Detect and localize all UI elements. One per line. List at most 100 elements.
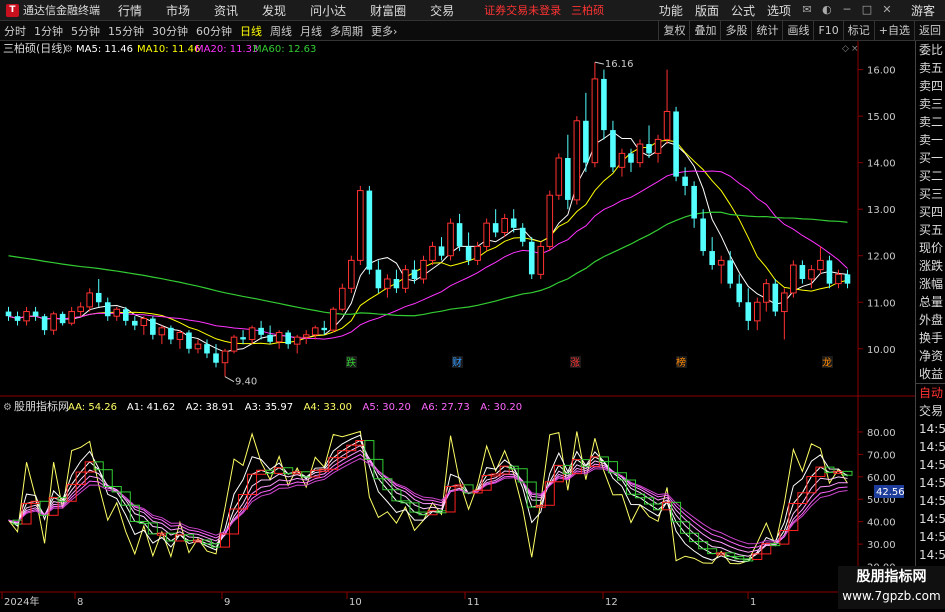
multi-stock-button[interactable]: 多股 — [720, 21, 751, 40]
date-label: 8 — [77, 597, 83, 608]
candle-body — [32, 311, 39, 317]
quote-list: 委比 卖五 卖四 卖三 卖二 卖一 买一 买二 买三 买四 买五 现价 涨跌 涨幅 总量 外盘 换手 净资 收益 — [916, 41, 945, 383]
ladder-step — [147, 522, 158, 535]
period-daily[interactable]: 日线 — [236, 23, 266, 39]
quote-field-8: 买三 — [919, 187, 944, 201]
close-icon[interactable]: ✕ — [877, 4, 897, 16]
indicator-settings-icon[interactable]: ⚙ — [3, 402, 12, 413]
candle-body — [113, 308, 121, 317]
menu-wealth[interactable]: 财富圈 — [358, 2, 418, 19]
candle-body — [384, 278, 391, 289]
statistics-button[interactable]: 统计 — [751, 21, 782, 40]
period-30min[interactable]: 30分钟 — [148, 23, 192, 39]
candle-body — [321, 327, 328, 331]
diamond-icon[interactable]: ◇ — [842, 44, 849, 54]
ladder-step — [156, 532, 167, 536]
period-1min[interactable]: 1分钟 — [30, 23, 67, 39]
quote-field-18: 收益 — [919, 367, 944, 381]
menu-function[interactable]: 功能 — [653, 2, 689, 19]
message-icon[interactable]: ✉ — [797, 4, 817, 16]
side-auto[interactable]: 自动 — [916, 384, 945, 402]
indicator-value-1: A1: 41.62 — [127, 402, 175, 413]
candle-body — [311, 327, 319, 336]
event-marker-label: 跌 — [346, 356, 356, 369]
candle-body — [844, 274, 851, 284]
menu-quotes[interactable]: 行情 — [106, 2, 154, 19]
main-settings-icon[interactable]: ⚙ — [64, 44, 73, 55]
menu-options[interactable]: 选项 — [761, 2, 797, 19]
high-pointer — [594, 61, 605, 65]
candle-body — [745, 302, 752, 321]
candle-body — [23, 311, 30, 322]
period-more-label: 更多 — [371, 24, 393, 38]
chart-svg[interactable]: 三柏硕(日线) ⚙ MA5: 11.46 MA10: 11.46MA20: 11.… — [0, 41, 915, 609]
adjust-button[interactable]: 复权 — [658, 21, 689, 40]
draw-line-button[interactable]: 画线 — [782, 21, 813, 40]
price-tick-label: 10.00 — [867, 345, 896, 356]
skin-icon[interactable]: ◐ — [817, 4, 837, 16]
candle-body — [393, 278, 400, 289]
menu-layout[interactable]: 版面 — [689, 2, 725, 19]
add-watchlist-button[interactable]: +自选 — [873, 21, 914, 40]
f10-button[interactable]: F10 — [813, 21, 842, 40]
date-label: 9 — [224, 597, 230, 608]
candle-body — [95, 292, 102, 303]
candle-body — [41, 316, 48, 331]
mark-button[interactable]: 标记 — [842, 21, 874, 40]
period-multi[interactable]: 多周期 — [326, 23, 367, 39]
guest-label[interactable]: 游客 — [897, 2, 945, 19]
candle-body — [717, 259, 725, 266]
menu-news[interactable]: 资讯 — [202, 2, 250, 19]
candle-body — [402, 269, 409, 289]
candle-body — [673, 111, 679, 177]
right-menu: 功能 版面 公式 选项 ✉ ◐ ─ □ ✕ 游客 — [653, 2, 945, 19]
period-monthly[interactable]: 月线 — [296, 23, 326, 39]
close-panel-icon[interactable]: × — [851, 44, 859, 54]
candle-body — [537, 245, 545, 275]
candle-body — [618, 152, 626, 168]
candle-body — [492, 223, 499, 233]
low-pointer — [224, 376, 235, 383]
side-trade[interactable]: 交易 — [916, 402, 945, 420]
trade-time-5: 14:56 — [919, 512, 945, 526]
indicator-tick-label: 80.00 — [867, 428, 896, 439]
period-60min[interactable]: 60分钟 — [192, 23, 236, 39]
minimize-icon[interactable]: ─ — [837, 4, 857, 16]
candle-body — [258, 327, 264, 335]
quote-field-11: 现价 — [919, 241, 944, 255]
candle-body — [122, 309, 129, 321]
overlay-button[interactable]: 叠加 — [689, 21, 720, 40]
back-button[interactable]: 返回 — [914, 21, 945, 40]
menu-trade[interactable]: 交易 — [418, 2, 466, 19]
chart-area[interactable]: 三柏硕(日线) ⚙ MA5: 11.46 MA10: 11.46 MA20: 11.… — [0, 41, 915, 609]
menu-discover[interactable]: 发现 — [250, 2, 298, 19]
date-label: 12 — [605, 597, 618, 608]
candle-body — [132, 320, 138, 326]
candle-body — [501, 218, 508, 233]
candle-body — [654, 138, 662, 154]
quote-field-12: 涨跌 — [919, 259, 944, 273]
menu-market[interactable]: 市场 — [154, 2, 202, 19]
candle-body — [285, 332, 291, 345]
quote-field-10: 买五 — [919, 223, 944, 237]
quote-field-16: 换手 — [919, 331, 944, 345]
candle-body — [546, 194, 554, 247]
menu-ask[interactable]: 问小达 — [298, 2, 358, 19]
price-tick-label: 15.00 — [867, 112, 896, 123]
period-weekly[interactable]: 周线 — [266, 23, 296, 39]
maximize-icon[interactable]: □ — [857, 4, 877, 16]
watermark-url: www.7gpzb.com — [842, 589, 941, 603]
period-more[interactable]: 更多› — [367, 23, 401, 39]
event-marker-label: 榜 — [676, 356, 686, 369]
period-15min[interactable]: 15分钟 — [104, 23, 148, 39]
candle-body — [140, 318, 148, 327]
indicator-tick-label: 30.00 — [867, 540, 896, 551]
menu-formula[interactable]: 公式 — [725, 2, 761, 19]
login-warning[interactable]: 证券交易未登录 — [484, 2, 561, 18]
period-5min[interactable]: 5分钟 — [67, 23, 104, 39]
period-timeshare[interactable]: 分时 — [0, 23, 30, 39]
a3-line — [8, 444, 848, 557]
tdx-logo-icon: T — [6, 3, 19, 17]
candle-body — [636, 143, 644, 164]
candle-body — [447, 222, 454, 257]
